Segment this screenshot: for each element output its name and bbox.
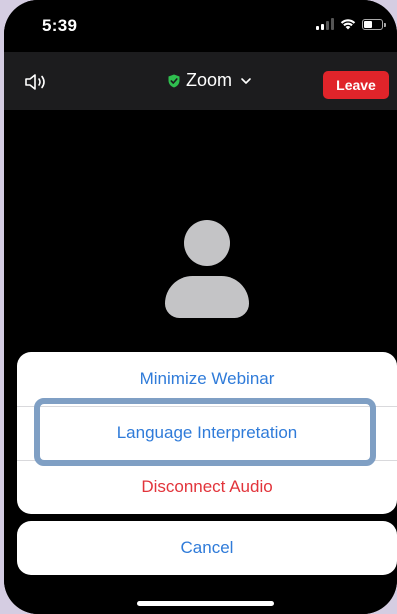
avatar-head bbox=[184, 220, 230, 266]
chevron-down-icon bbox=[241, 77, 251, 84]
phone-screen: 5:39 Zoom Leave Minimize Webinar Languag… bbox=[4, 0, 397, 614]
wifi-icon bbox=[340, 19, 356, 30]
meeting-title-dropdown[interactable]: Zoom bbox=[167, 70, 252, 91]
battery-icon bbox=[362, 18, 386, 30]
shield-check-icon bbox=[168, 74, 180, 87]
minimize-webinar-button[interactable]: Minimize Webinar bbox=[17, 352, 397, 406]
meeting-top-bar: Zoom Leave bbox=[4, 52, 397, 110]
disconnect-audio-button[interactable]: Disconnect Audio bbox=[17, 460, 397, 514]
action-sheet: Minimize Webinar Language Interpretation… bbox=[17, 352, 397, 514]
language-interpretation-button[interactable]: Language Interpretation bbox=[17, 406, 397, 460]
cancel-button[interactable]: Cancel bbox=[17, 521, 397, 575]
meeting-title: Zoom bbox=[186, 70, 233, 90]
avatar-body bbox=[165, 276, 249, 318]
status-icons bbox=[316, 18, 386, 30]
speaker-icon[interactable] bbox=[24, 72, 50, 92]
home-indicator[interactable] bbox=[137, 601, 274, 606]
leave-button[interactable]: Leave bbox=[323, 71, 389, 99]
status-bar: 5:39 bbox=[4, 0, 397, 52]
cellular-signal-icon bbox=[316, 18, 334, 30]
status-time: 5:39 bbox=[42, 16, 78, 35]
